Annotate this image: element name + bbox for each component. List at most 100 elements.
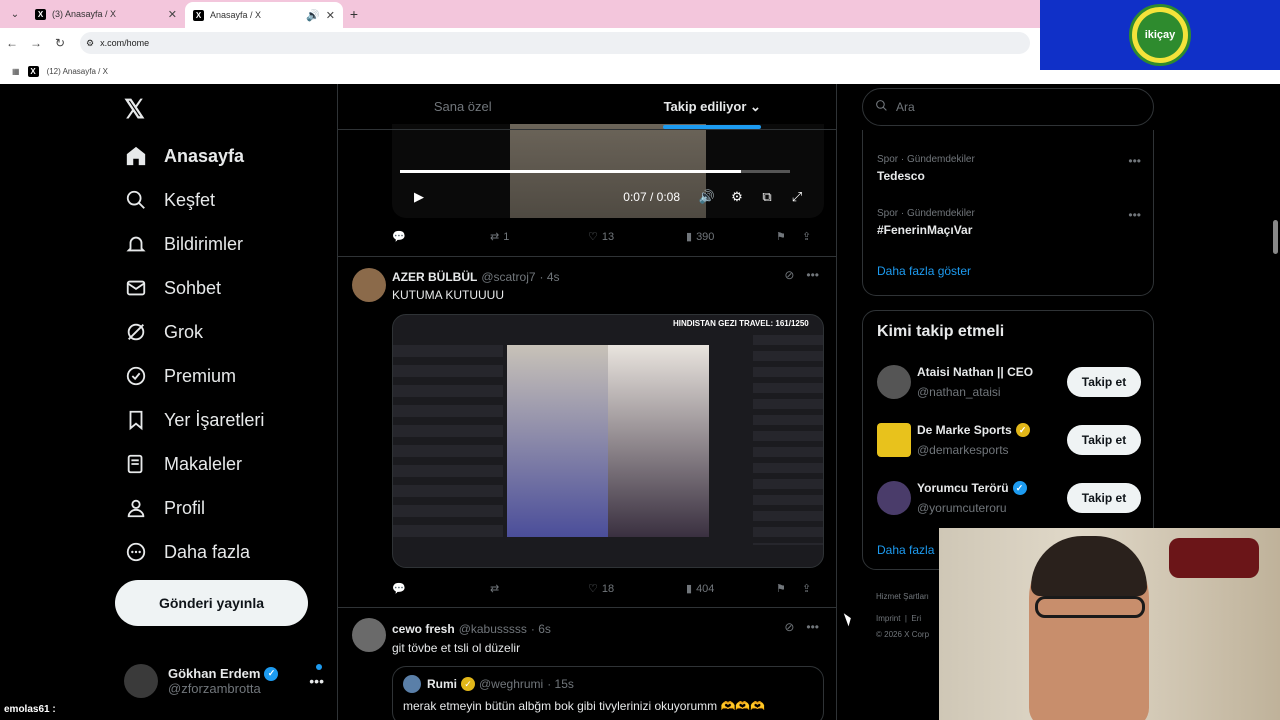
close-tab-icon[interactable]: ✕	[326, 9, 335, 22]
search-placeholder: Ara	[896, 100, 915, 114]
apps-icon[interactable]: ▦	[12, 67, 20, 76]
trend-category: Spor · Gündemdekiler	[877, 208, 975, 219]
post-time: · 6s	[530, 622, 551, 636]
x-favicon-icon: X	[35, 8, 46, 20]
fullscreen-icon[interactable]: ⤢	[782, 189, 812, 205]
play-icon[interactable]: ▶	[404, 189, 434, 205]
author-name: Rumi	[427, 677, 457, 691]
site-info-icon[interactable]: ⚙	[86, 38, 94, 49]
avatar[interactable]	[352, 618, 386, 652]
nav-premium[interactable]: Premium	[124, 364, 236, 388]
scrollbar-thumb[interactable]	[1273, 220, 1278, 254]
speaker-icon[interactable]: 🔊	[306, 9, 320, 22]
bookmark-button[interactable]: ⚑	[776, 582, 802, 595]
share-icon[interactable]: ⇪	[802, 230, 811, 243]
browser-tab-1[interactable]: X (3) Anasayfa / X ✕	[27, 0, 185, 28]
author-handle: @weghrumi	[479, 677, 544, 691]
video-progress-bar[interactable]	[400, 170, 790, 173]
tab-search-icon[interactable]: ⌄	[3, 4, 27, 24]
search-input[interactable]: Ara	[862, 88, 1154, 126]
nav-notifications[interactable]: Bildirimler	[124, 232, 243, 256]
follow-button[interactable]: Takip et	[1067, 425, 1141, 455]
browser-tab-2[interactable]: X Anasayfa / X 🔊 ✕	[185, 2, 343, 28]
nav-articles[interactable]: Makaleler	[124, 452, 242, 476]
more-dots-icon[interactable]: •••	[806, 268, 819, 282]
new-tab-button[interactable]: +	[343, 6, 365, 22]
reply-button[interactable]: 💬	[392, 230, 490, 243]
nav-grok[interactable]: Grok	[124, 320, 203, 344]
pip-icon[interactable]: ⧉	[752, 189, 782, 205]
nav-chat[interactable]: Sohbet	[124, 276, 221, 300]
post[interactable]: AZER BÜLBÜL @scatroj7 · 4s ⊘ ••• KUTUMA …	[338, 256, 836, 606]
tab-following[interactable]: Takip ediliyor ⌄	[588, 84, 837, 129]
more-dots-icon[interactable]: •••	[309, 673, 324, 689]
footer-link-cut[interactable]: Eri	[911, 614, 921, 623]
trend-item[interactable]: Spor · Gündemdekiler Tedesco •••	[877, 154, 1141, 183]
forward-icon[interactable]: →	[24, 36, 48, 50]
like-button[interactable]: ♡ 18	[588, 582, 686, 596]
bookmark-button[interactable]: ⚑	[776, 230, 802, 243]
post-header: AZER BÜLBÜL @scatroj7 · 4s	[392, 270, 560, 284]
heart-icon: ♡	[588, 583, 598, 595]
nav-profile[interactable]: Profil	[124, 496, 205, 520]
follow-suggestion[interactable]: Ataisi Nathan || CEO @nathan_ataisi Taki…	[877, 363, 1141, 403]
follow-button[interactable]: Takip et	[1067, 483, 1141, 513]
follow-suggestion[interactable]: De Marke Sports ✓ @demarkesports Takip et	[877, 421, 1141, 461]
repost-icon: ⇄	[490, 583, 500, 595]
reload-icon[interactable]: ↻	[48, 36, 72, 50]
x-logo-icon[interactable]: 𝕏	[124, 94, 145, 125]
more-dots-icon[interactable]: •••	[1128, 154, 1141, 168]
grok-icon[interactable]: ⊘	[784, 268, 794, 282]
article-icon	[124, 452, 148, 476]
like-count: 18	[601, 582, 615, 595]
show-more-link[interactable]: Daha fazla göster	[877, 264, 971, 278]
share-icon[interactable]: ⇪	[802, 582, 811, 595]
nav-label: Profil	[164, 497, 206, 518]
nav-explore[interactable]: Keşfet	[124, 188, 215, 212]
timeline: Sana özel Takip ediliyor ⌄ ▶ 0:07 / 0:08…	[337, 84, 837, 720]
bookmark-item[interactable]: (12) Anasayfa / X	[47, 67, 108, 76]
address-input[interactable]: ⚙ x.com/home	[80, 32, 1030, 54]
author-name[interactable]: cewo fresh	[392, 622, 455, 636]
avatar[interactable]	[352, 268, 386, 302]
repost-button[interactable]: ⇄	[490, 582, 588, 595]
author-handle[interactable]: @kabusssss	[459, 622, 527, 636]
author-name[interactable]: AZER BÜLBÜL	[392, 270, 477, 284]
repost-button[interactable]: ⇄ 1	[490, 230, 588, 244]
more-dots-icon[interactable]: •••	[1128, 208, 1141, 222]
footer-link[interactable]: Hizmet Şartları	[876, 592, 929, 601]
verified-icon: ✓	[264, 666, 279, 681]
active-tab-underline	[663, 125, 762, 129]
volume-icon[interactable]: 🔊	[692, 189, 722, 205]
tab-for-you[interactable]: Sana özel	[338, 84, 588, 129]
like-button[interactable]: ♡ 13	[588, 230, 686, 244]
address-bar-row: ← → ↻ ⚙ x.com/home	[0, 28, 1040, 58]
views-button[interactable]: ▮ 390	[686, 230, 776, 244]
trend-item[interactable]: Spor · Gündemdekiler #FenerinMaçıVar •••	[877, 208, 1141, 237]
grok-icon	[124, 320, 148, 344]
panel-title: Kimi takip etmeli	[877, 323, 1005, 340]
nav-home[interactable]: Anasayfa	[124, 144, 244, 168]
quoted-post[interactable]: Rumi ✓ @weghrumi · 15s merak etmeyin büt…	[392, 666, 824, 720]
reply-button[interactable]: 💬	[392, 582, 490, 595]
account-switcher[interactable]: Gökhan Erdem ✓ @zforzambrotta •••	[124, 656, 334, 706]
follow-button[interactable]: Takip et	[1067, 367, 1141, 397]
close-tab-icon[interactable]: ✕	[168, 8, 177, 21]
post-actions: 💬 ⇄ 1 ♡ 13 ▮ 390 ⚑ ⇪	[392, 230, 824, 244]
trend-category: Spor · Gündemdekiler	[877, 154, 975, 165]
back-icon[interactable]: ←	[0, 36, 24, 50]
post-video[interactable]: HINDISTAN GEZI TRAVEL: 161/1250	[392, 314, 824, 568]
video-player[interactable]: ▶ 0:07 / 0:08 🔊 ⚙ ⧉ ⤢	[392, 124, 824, 218]
settings-icon[interactable]: ⚙	[722, 189, 752, 205]
show-more-link[interactable]: Daha fazla	[877, 543, 934, 557]
follow-suggestion[interactable]: Yorumcu Terörü ✓ @yorumcuteroru Takip et	[877, 479, 1141, 519]
footer-imprint[interactable]: Imprint	[876, 614, 900, 623]
post-button[interactable]: Gönderi yayınla	[115, 580, 308, 626]
more-dots-icon[interactable]: •••	[806, 620, 819, 634]
grok-icon[interactable]: ⊘	[784, 620, 794, 634]
post[interactable]: cewo fresh @kabusssss · 6s ⊘ ••• git töv…	[338, 608, 836, 720]
nav-bookmarks[interactable]: Yer İşaretleri	[124, 408, 264, 432]
views-button[interactable]: ▮ 404	[686, 582, 776, 596]
nav-more[interactable]: Daha fazla	[124, 540, 250, 564]
author-handle[interactable]: @scatroj7	[481, 270, 535, 284]
